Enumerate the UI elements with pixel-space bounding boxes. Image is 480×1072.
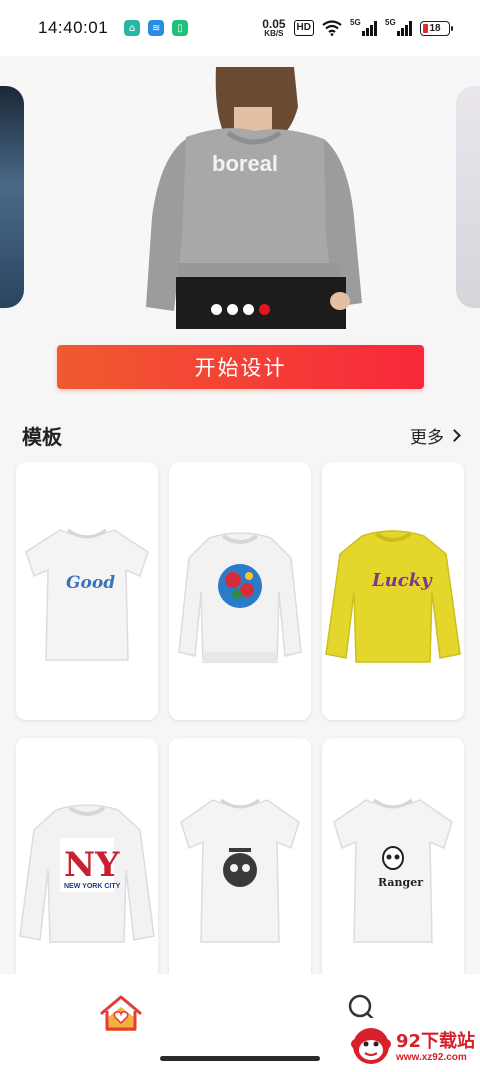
template-card[interactable] bbox=[169, 738, 311, 996]
template-card[interactable]: Lucky bbox=[322, 462, 464, 720]
wifi-icon bbox=[322, 20, 342, 36]
tshirt-image: Good bbox=[25, 528, 149, 661]
monkey-logo-icon bbox=[351, 1028, 391, 1064]
watermark-url: www.xz92.com bbox=[396, 1052, 467, 1063]
status-time: 14:40:01 bbox=[38, 18, 109, 37]
home-indicator bbox=[160, 1056, 320, 1061]
tshirt-image: Ranger bbox=[333, 798, 453, 943]
template-print-text: Good bbox=[66, 573, 115, 593]
signal-icon: 5G bbox=[350, 18, 377, 36]
tshirt-image bbox=[180, 798, 300, 943]
template-print-text: NY bbox=[64, 845, 120, 885]
skull-print-graphic bbox=[382, 846, 404, 870]
carousel-dot-active[interactable] bbox=[258, 304, 270, 315]
template-card[interactable]: Ranger bbox=[322, 738, 464, 996]
template-card[interactable]: Good bbox=[16, 462, 158, 720]
status-app-icons: ⌂ ≋ ▯ bbox=[124, 20, 189, 36]
more-templates-link[interactable]: 更多 bbox=[410, 423, 461, 448]
status-indicators: 0.05 KB/S HD 5G 5G 18 bbox=[262, 17, 453, 38]
skull-print-graphic bbox=[223, 853, 257, 887]
notification-app-icon: ⌂ bbox=[124, 20, 141, 36]
notification-app-icon: ▯ bbox=[172, 20, 189, 36]
carousel-pagination bbox=[66, 304, 414, 315]
banner-image: boreal bbox=[66, 67, 414, 329]
sweatshirt-image: Lucky bbox=[325, 530, 461, 663]
banner-next-slide[interactable] bbox=[456, 86, 480, 308]
status-bar: 14:40:01 ⌂ ≋ ▯ 0.05 KB/S HD 5G 5G 18 bbox=[0, 0, 480, 56]
templates-section-title: 模板 bbox=[22, 425, 62, 449]
template-print-text: Lucky bbox=[371, 570, 433, 591]
banner-previous-slide[interactable] bbox=[0, 86, 24, 308]
start-design-button[interactable]: 开始设计 bbox=[57, 345, 424, 389]
carousel-dot[interactable] bbox=[210, 304, 222, 315]
sweatshirt-image: NY NEW YORK CITY bbox=[19, 804, 155, 943]
carousel-dot[interactable] bbox=[242, 304, 254, 315]
sweatshirt-image bbox=[178, 532, 302, 663]
carousel-dot[interactable] bbox=[226, 304, 238, 315]
hd-icon: HD bbox=[293, 20, 314, 36]
signal-icon: 5G bbox=[385, 18, 412, 36]
network-speed: 0.05 KB/S bbox=[262, 17, 286, 38]
template-print-text: Ranger bbox=[378, 876, 423, 889]
template-print-subtext: NEW YORK CITY bbox=[64, 883, 121, 890]
site-watermark: 92下载站 www.xz92.com bbox=[342, 1018, 480, 1072]
battery-icon: 18 bbox=[420, 20, 453, 36]
home-heart-icon[interactable] bbox=[98, 991, 144, 1033]
notification-app-icon: ≋ bbox=[148, 20, 165, 36]
watermark-title: 92下载站 bbox=[396, 1031, 476, 1052]
template-card[interactable] bbox=[169, 462, 311, 720]
template-card[interactable]: NY NEW YORK CITY bbox=[16, 738, 158, 996]
banner-shirt-print: boreal bbox=[212, 151, 278, 176]
floral-print-graphic bbox=[218, 564, 262, 608]
banner-carousel[interactable]: boreal bbox=[66, 67, 414, 329]
more-label: 更多 bbox=[410, 428, 444, 448]
chevron-right-icon bbox=[448, 429, 461, 442]
